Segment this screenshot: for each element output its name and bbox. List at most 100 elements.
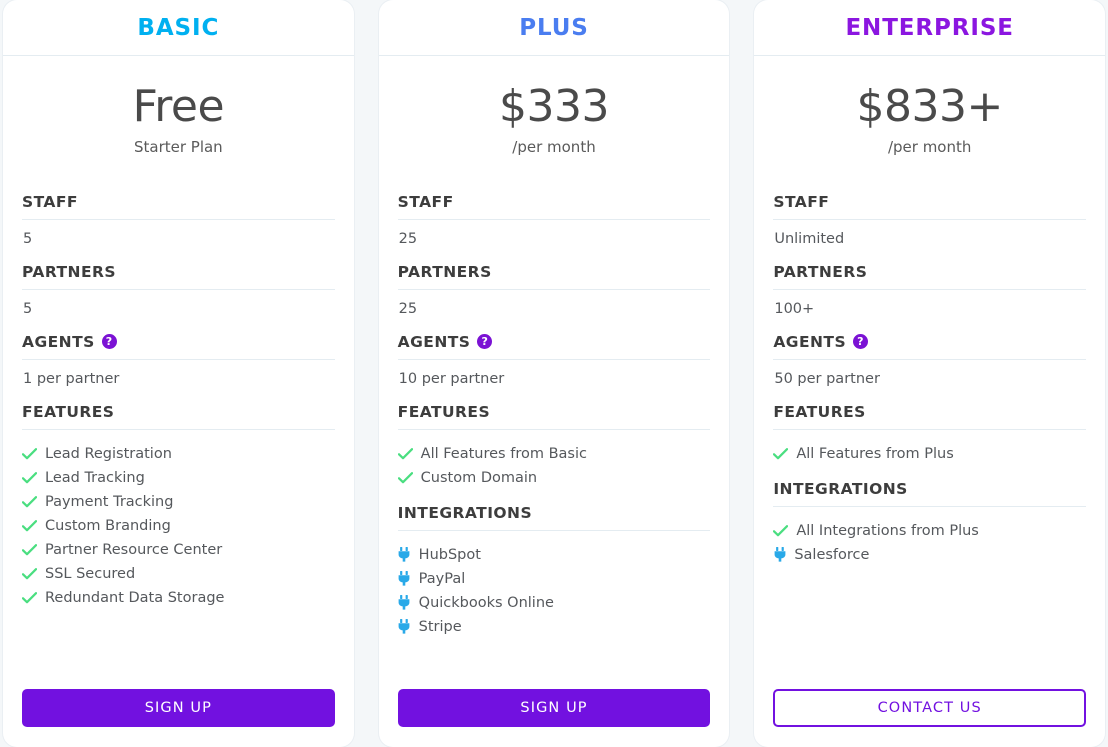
check-icon [22,490,37,514]
plug-icon [398,591,411,615]
feature-list: HubSpot PayPal Quickbooks Online Stripe [398,531,711,653]
list-item: PayPal [398,567,711,591]
list-item: Payment Tracking [22,490,335,514]
spec-label: AGENTS? [22,333,335,360]
plan-header-basic: BASIC [3,0,354,56]
group-label-features: FEATURES [773,402,1087,430]
spec-label-text: PARTNERS [397,262,492,281]
spec-value: 10 per partner [398,370,505,387]
list-item-label: PayPal [418,570,466,587]
check-icon [22,586,37,610]
group-label-text: FEATURES [22,402,115,421]
spec-row-partners: PARTNERS 5 [22,263,335,333]
spec-label-text: PARTNERS [22,262,117,281]
spec-label: AGENTS? [397,332,711,360]
plan-card-basic: BASIC Free Starter Plan STAFF 5 PARTNERS 5 AGEN… [3,0,354,747]
cta-button-basic[interactable]: SIGN UP [22,689,335,727]
list-item-label: Redundant Data Storage [45,589,225,606]
price-amount: Free [132,81,225,132]
spec-row-agents: AGENTS? 10 per partner [397,332,711,403]
list-item-label: Custom Domain [420,469,538,486]
plan-name: BASIC [137,14,220,41]
group-label-text: FEATURES [397,402,491,421]
spec-row-staff: STAFF 25 [397,192,711,263]
spec-row-partners: PARTNERS 25 [397,262,711,333]
group-label-features: FEATURES [397,402,711,430]
group-label-text: FEATURES [773,402,866,421]
spec-row-staff: STAFF Unlimited [773,192,1087,263]
list-item: Lead Tracking [22,466,335,490]
plug-icon [398,615,411,639]
price-block: $333/per month [379,56,730,156]
list-item-label: Stripe [418,618,462,635]
plan-footer: SIGN UP [3,689,354,747]
list-item-label: All Integrations from Plus [796,522,979,539]
plan-footer: SIGN UP [379,689,730,747]
price-period: Starter Plan [133,137,223,156]
plug-icon [398,567,411,591]
plan-footer: CONTACT US [754,689,1105,747]
plug-icon [773,543,786,567]
list-item-label: All Features from Basic [420,445,587,462]
help-icon[interactable]: ? [853,334,869,350]
spec-label-text: STAFF [773,192,830,211]
spec-value: 5 [23,230,33,247]
check-icon [22,562,37,586]
plan-card-enterprise: ENTERPRISE $833+ /per month STAFF Unlimited P… [754,0,1106,747]
price-period: /per month [887,137,972,156]
spec-label: STAFF [397,192,711,220]
feature-list: All Features from Plus [773,430,1086,480]
list-item-label: Lead Tracking [45,469,145,486]
price-period: /per month [512,137,596,156]
spec-label: STAFF [773,192,1087,220]
list-item: Partner Resource Center [22,538,335,562]
check-icon [397,466,413,490]
group-label-features: FEATURES [22,403,335,430]
list-item: Lead Registration [22,442,335,466]
plan-header-plus: PLUS [378,0,730,56]
list-item: HubSpot [398,543,711,567]
list-item-label: Lead Registration [45,445,172,462]
check-icon [773,519,789,543]
spec-value: 25 [398,230,418,247]
price-block: $833+ /per month [754,56,1105,156]
group-label-integrations: INTEGRATIONS [773,480,1087,507]
spec-label-text: STAFF [397,192,454,211]
cta-button-enterprise[interactable]: CONTACT US [773,689,1087,727]
spec-value: 100+ [774,300,815,317]
check-icon [773,442,789,466]
list-item-label: All Features from Plus [796,445,954,462]
spec-value: 50 per partner [774,370,880,387]
help-icon[interactable]: ? [101,334,117,350]
feature-list: All Integrations from Plus Salesforce [773,507,1086,581]
group-label-integrations: INTEGRATIONS [397,504,711,531]
spec-value: 5 [23,300,33,317]
spec-label-text: AGENTS [22,332,95,351]
feature-list: All Features from Basic Custom Domain [397,430,711,504]
plan-body: STAFF 5 PARTNERS 5 AGENTS? 1 per partner FEATU… [3,156,354,689]
list-item: Redundant Data Storage [22,586,335,610]
spec-label-text: STAFF [22,192,78,211]
plan-card-plus: PLUS $333/per month STAFF 25 PARTNERS 25 AGENT… [378,0,730,747]
help-icon[interactable]: ? [477,334,493,350]
spec-row-partners: PARTNERS 100+ [773,262,1087,333]
spec-label-text: PARTNERS [773,262,868,281]
list-item: SSL Secured [22,562,335,586]
check-icon [22,442,37,466]
spec-label-text: AGENTS [397,332,471,351]
cta-button-plus[interactable]: SIGN UP [397,689,711,727]
list-item: Quickbooks Online [398,591,711,615]
list-item: All Integrations from Plus [773,519,1086,543]
check-icon [22,466,37,490]
plan-header-enterprise: ENTERPRISE [754,0,1106,56]
list-item: Custom Branding [22,514,335,538]
plan-body: STAFF 25 PARTNERS 25 AGENTS? 10 per partner FE… [379,156,730,689]
list-item-label: HubSpot [418,546,481,563]
spec-label: PARTNERS [22,263,335,290]
price-block: Free Starter Plan [3,56,354,156]
check-icon [397,442,413,466]
list-item-label: Payment Tracking [45,493,174,510]
plan-body: STAFF Unlimited PARTNERS 100+ AGENTS? 50 per … [754,156,1105,689]
